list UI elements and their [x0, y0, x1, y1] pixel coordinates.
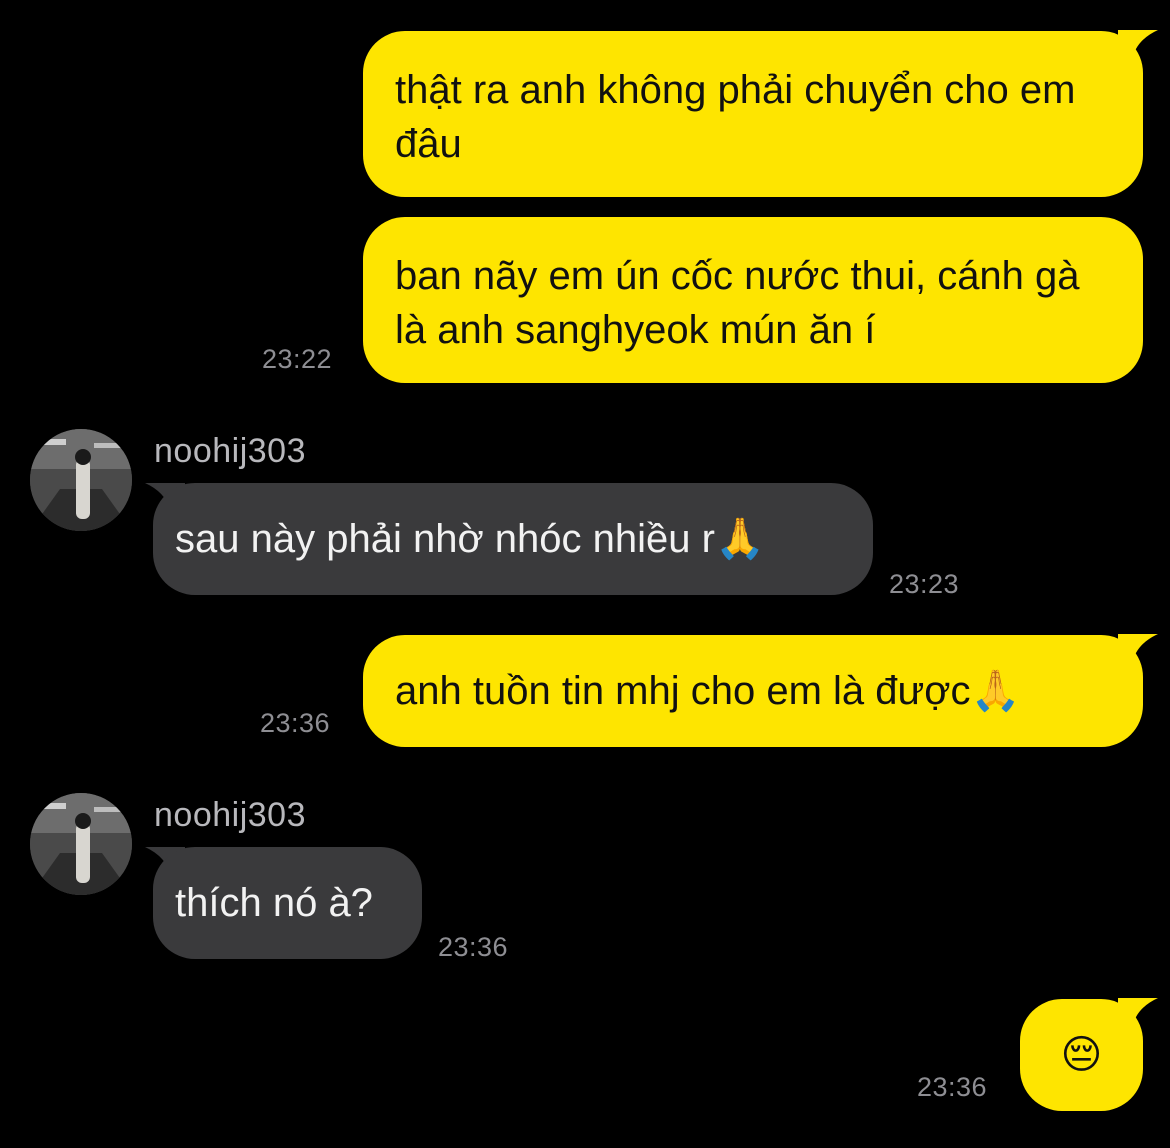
bubble-tail	[1118, 634, 1158, 664]
message-text: 😔	[1060, 1032, 1103, 1078]
message-text: sau này phải nhờ nhóc nhiều r🙏	[175, 517, 765, 561]
profile-photo-icon	[30, 793, 132, 895]
message-timestamp: 23:36	[260, 708, 331, 738]
message-timestamp: 23:36	[917, 1072, 988, 1102]
message-text: anh tuồn tin mhj cho em là được🙏	[395, 669, 1021, 713]
outgoing-message[interactable]: anh tuồn tin mhj cho em là được🙏	[363, 635, 1143, 747]
message-timestamp: 23:23	[889, 569, 960, 599]
sender-name: noohij303	[154, 432, 306, 470]
incoming-message[interactable]: sau này phải nhờ nhóc nhiều r🙏	[153, 483, 873, 595]
outgoing-message[interactable]: thật ra anh không phải chuyển cho em đâu	[363, 31, 1143, 197]
message-timestamp: 23:22	[262, 344, 333, 374]
bubble-tail	[1118, 998, 1158, 1028]
avatar[interactable]	[30, 429, 132, 531]
chat-thread[interactable]: thật ra anh không phải chuyển cho em đâu…	[0, 0, 1170, 1148]
message-timestamp: 23:36	[438, 932, 509, 962]
profile-photo-icon	[30, 429, 132, 531]
bubble-tail	[1118, 30, 1158, 60]
incoming-message[interactable]: thích nó à?	[153, 847, 422, 959]
message-text: ban nãy em ún cốc nước thui, cánh gà là …	[395, 254, 1080, 352]
outgoing-message[interactable]: ban nãy em ún cốc nước thui, cánh gà là …	[363, 217, 1143, 383]
message-text: thật ra anh không phải chuyển cho em đâu	[395, 68, 1076, 166]
sender-name: noohij303	[154, 796, 306, 834]
avatar[interactable]	[30, 793, 132, 895]
message-text: thích nó à?	[175, 881, 373, 925]
